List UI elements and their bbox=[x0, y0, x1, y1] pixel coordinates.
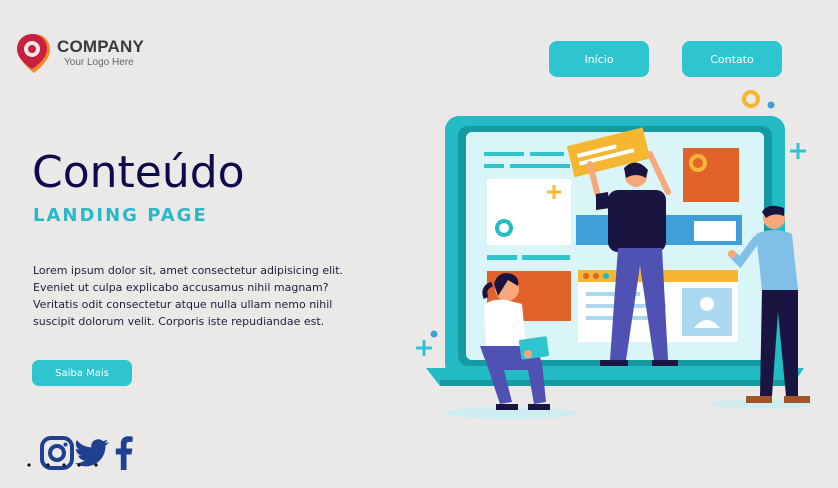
saiba-mais-button[interactable]: Saiba Mais bbox=[32, 360, 132, 386]
logo-name: COMPANY bbox=[57, 37, 145, 56]
logo-tagline: Your Logo Here bbox=[64, 57, 134, 68]
company-logo[interactable]: COMPANY Your Logo Here bbox=[16, 32, 144, 74]
hero-illustration bbox=[400, 84, 820, 428]
hero-body-text: Lorem ipsum dolor sit, amet consectetur … bbox=[33, 264, 344, 328]
nav-inicio-button[interactable]: Início bbox=[549, 41, 649, 77]
facebook-icon[interactable] bbox=[115, 436, 133, 474]
nav-contato-button[interactable]: Contato bbox=[682, 41, 782, 77]
hero-subtitle: LANDING PAGE bbox=[33, 205, 208, 226]
logo-pin-icon bbox=[16, 32, 52, 74]
hero-title: Conteúdo bbox=[32, 147, 245, 198]
social-links bbox=[40, 436, 133, 474]
decorative-dots bbox=[27, 463, 98, 467]
instagram-icon[interactable] bbox=[40, 436, 74, 474]
